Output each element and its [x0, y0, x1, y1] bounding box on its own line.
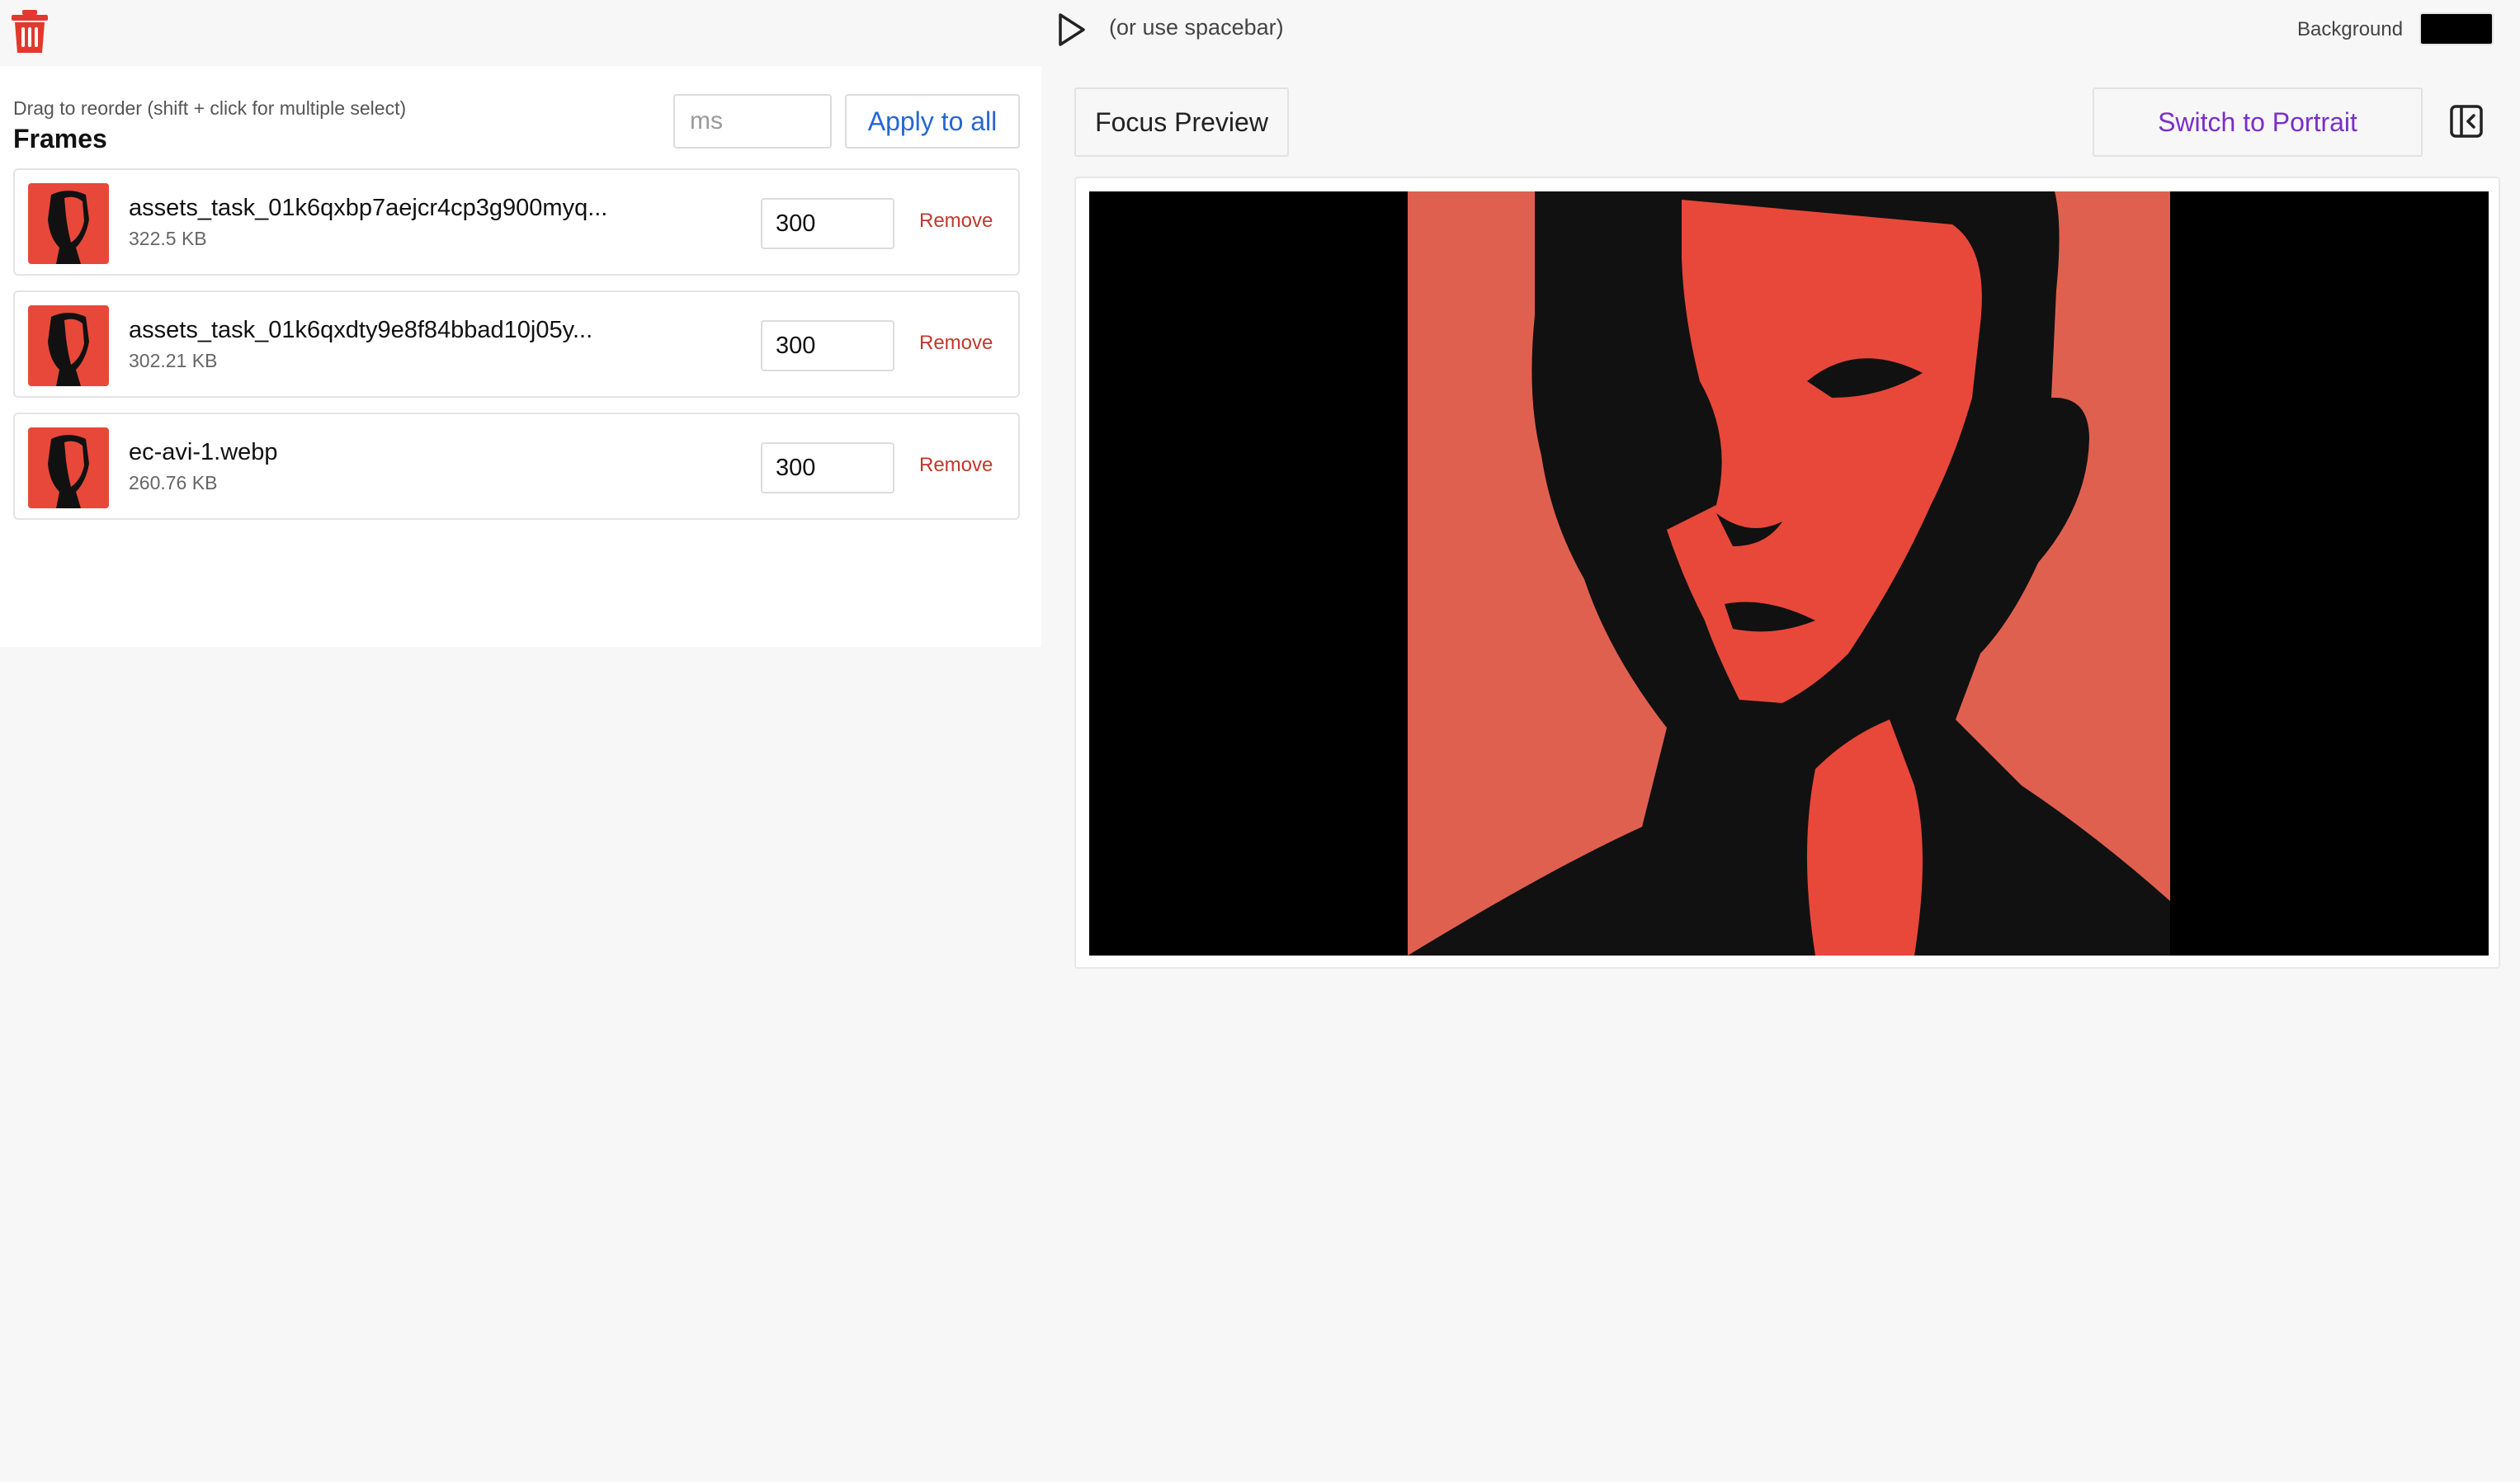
- remove-frame-button[interactable]: Remove: [919, 332, 993, 355]
- frame-thumbnail: [28, 305, 109, 386]
- frame-duration-input[interactable]: [761, 198, 894, 249]
- remove-frame-button[interactable]: Remove: [919, 454, 993, 477]
- play-hint: (or use spacebar): [1109, 15, 1284, 40]
- switch-orientation-button[interactable]: Switch to Portrait: [2093, 87, 2423, 157]
- frame-size: 302.21 KB: [129, 350, 218, 371]
- frame-item[interactable]: assets_task_01k6qxdty9e8f84bbad10j05y...…: [13, 290, 1020, 398]
- play-icon[interactable]: [1056, 12, 1088, 48]
- frame-duration-input[interactable]: [761, 442, 894, 493]
- frame-size: 260.76 KB: [129, 472, 218, 493]
- frame-item[interactable]: ec-avi-1.webp 260.76 KB Remove: [13, 413, 1020, 520]
- focus-preview-button[interactable]: Focus Preview: [1074, 87, 1289, 157]
- apply-to-all-button[interactable]: Apply to all: [845, 94, 1020, 149]
- frame-name: assets_task_01k6qxbp7aejcr4cp3g900myq...: [129, 195, 608, 221]
- frame-duration-input[interactable]: [761, 320, 894, 371]
- remove-frame-button[interactable]: Remove: [919, 210, 993, 233]
- ms-input[interactable]: [673, 94, 832, 149]
- preview-image: [1089, 191, 2489, 956]
- preview-frame: [1074, 177, 2500, 969]
- background-label: Background: [2297, 18, 2404, 40]
- frame-name: assets_task_01k6qxdty9e8f84bbad10j05y...: [129, 317, 593, 343]
- preview-panel: Focus Preview Switch to Portrait: [1055, 66, 2520, 1482]
- frame-item[interactable]: assets_task_01k6qxbp7aejcr4cp3g900myq...…: [13, 168, 1020, 276]
- frame-thumbnail: [28, 427, 109, 508]
- top-toolbar: (or use spacebar) Background: [0, 0, 2520, 64]
- background-color-swatch[interactable]: [2419, 12, 2494, 45]
- frame-size: 322.5 KB: [129, 228, 207, 249]
- frame-thumbnail: [28, 183, 109, 264]
- sidebar-collapse-icon[interactable]: [2449, 104, 2484, 139]
- frames-panel: Drag to reorder (shift + click for multi…: [0, 66, 1041, 647]
- reorder-hint: Drag to reorder (shift + click for multi…: [13, 97, 407, 119]
- frame-name: ec-avi-1.webp: [129, 439, 278, 465]
- frames-title: Frames: [13, 124, 107, 153]
- trash-icon[interactable]: [10, 8, 50, 54]
